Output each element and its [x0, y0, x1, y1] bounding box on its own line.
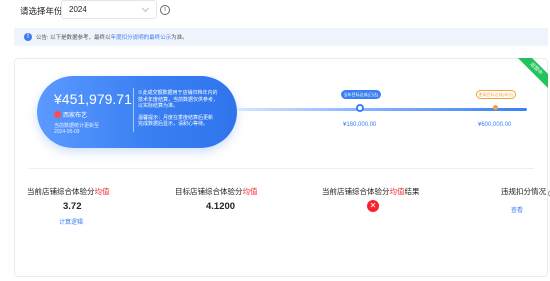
current-score-label: 当前店铺综合体验分均值	[27, 186, 110, 197]
notice-bar: ! 公告: 以下是数据参考，最终以年度扣分说明的最终公示为准。	[14, 28, 548, 46]
store-badge-icon	[54, 111, 61, 118]
label-highlight: 均值	[242, 187, 258, 196]
target-progress-track	[237, 108, 527, 111]
update-date: 2024-05-09	[54, 129, 80, 135]
score-result-label: 当前店铺综合体验分均值结果	[322, 186, 420, 197]
close-circle-icon: ✕	[367, 200, 379, 212]
notice-suffix: 为准。	[171, 35, 188, 41]
info-filled-icon: !	[24, 33, 32, 41]
label-text: 违规扣分情况	[501, 187, 546, 196]
chevron-down-icon	[141, 4, 150, 13]
target-score-value: 4.1200	[206, 201, 236, 212]
current-target-bubble: 当年目标达成(已达)	[341, 90, 381, 99]
calc-logic-link[interactable]: 计算逻辑	[59, 217, 83, 226]
turnover-summary: ¥451,979.71 西家布艺 当前数据统计更新至 2024-05-09 ①此…	[37, 76, 237, 148]
turnover-description: ①此成交额数据用于店铺归档年内的 技术年度结算，当前数据仅供参考， 以实际结算为…	[138, 90, 226, 128]
update-note: 当前数据统计更新至	[54, 123, 100, 129]
label-highlight: 均值	[94, 187, 110, 196]
label-text: 当前店铺综合体验分	[322, 187, 390, 196]
year-filter-label: 请选择年份:	[20, 6, 65, 16]
label-text: 当前店铺综合体验分	[27, 187, 95, 196]
year-select[interactable]: 2024	[61, 0, 157, 19]
overview-card: 运营中 ¥451,979.71 西家布艺 当前数据统计更新至 2024-05-0…	[14, 58, 550, 277]
label-text: 目标店铺综合体验分	[175, 187, 243, 196]
year-select-value: 2024	[69, 5, 87, 14]
section-divider	[29, 168, 534, 169]
next-target-marker	[493, 105, 498, 110]
status-ribbon-text: 运营中	[518, 58, 548, 88]
view-violations-link[interactable]: 查看	[511, 205, 523, 214]
notice-text: 公告: 以下是数据参考，最终以年度扣分说明的最终公示为准。	[36, 33, 188, 41]
current-target-value: ¥180,000.00	[343, 122, 377, 128]
next-target-bubble: 更高目标达成(未达)	[476, 90, 516, 99]
pill-divider	[133, 88, 134, 132]
store-name-row: 西家布艺	[54, 110, 87, 119]
next-target-value: ¥600,000.00	[478, 122, 512, 128]
tip-line: 完成数据后显示，请耐心等待。	[138, 121, 209, 127]
turnover-amount: ¥451,979.71	[54, 91, 132, 107]
current-target-marker	[356, 104, 364, 112]
target-score-label: 目标店铺综合体验分均值	[175, 186, 258, 197]
desc-line: ①此成交额数据用于店铺归档年内的	[138, 90, 218, 96]
current-score-value: 3.72	[63, 201, 82, 212]
label-highlight: 均值	[389, 187, 405, 196]
violation-label: 违规扣分情况?	[501, 186, 550, 197]
store-name: 西家布艺	[63, 113, 88, 119]
label-text: 结果	[404, 187, 420, 196]
info-circle-icon[interactable]: i	[160, 5, 170, 15]
notice-prefix: 公告: 以下是数据参考，最终以	[36, 35, 111, 41]
notice-link[interactable]: 年度扣分说明的最终公示	[111, 35, 172, 41]
status-ribbon: 运营中	[518, 58, 548, 88]
